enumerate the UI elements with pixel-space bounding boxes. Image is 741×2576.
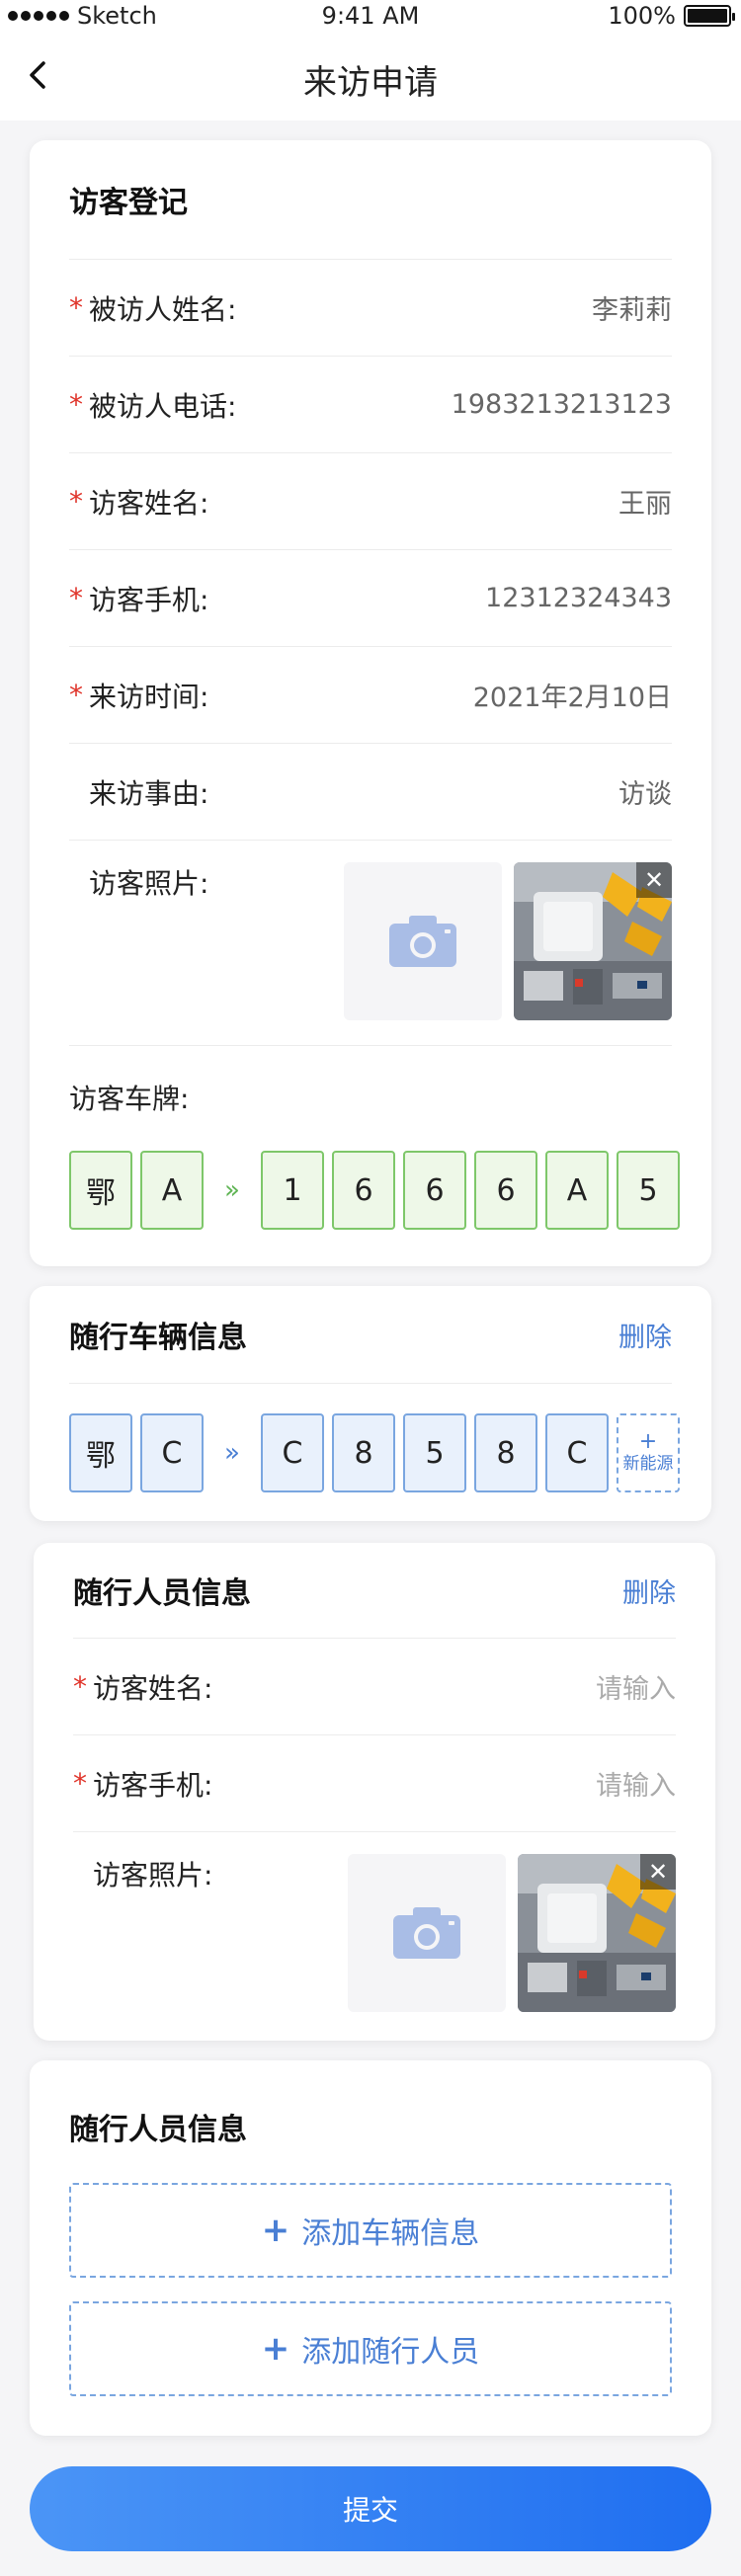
vehicle-plate-input[interactable]: 鄂 C » C 8 5 8 C + 新能源 — [69, 1413, 680, 1492]
delete-companion-button[interactable]: 删除 — [622, 1571, 676, 1610]
plate-separator-icon: » — [224, 1175, 240, 1205]
visit-reason-value[interactable]: 访谈 — [618, 772, 672, 811]
visitor-photo-label: 访客照片: — [89, 867, 209, 900]
companion-photo-label: 访客照片: — [93, 1859, 213, 1892]
visit-reason-row[interactable]: 来访事由: 访谈 — [69, 743, 672, 840]
visitor-photo-thumbnail[interactable]: ✕ — [514, 862, 672, 1020]
visitor-plate-input[interactable]: 鄂 A » 1 6 6 6 A 5 — [69, 1151, 680, 1230]
visitor-plate-label: 访客车牌: — [69, 1083, 190, 1115]
visitor-name-label: 访客姓名: — [89, 486, 209, 520]
host-name-row[interactable]: * 被访人姓名: 李莉莉 — [69, 259, 672, 356]
plus-icon: + — [261, 2329, 290, 2369]
visitor-phone-value[interactable]: 12312324343 — [485, 583, 672, 613]
plate-letter-cell[interactable]: A — [140, 1151, 204, 1230]
companion-phone-row[interactable]: * 访客手机: 请输入 — [73, 1734, 676, 1831]
visitor-name-row[interactable]: * 访客姓名: 王丽 — [69, 452, 672, 549]
upload-photo-button[interactable] — [344, 862, 502, 1020]
plate-letter-cell[interactable]: C — [140, 1413, 204, 1492]
companion-phone-input[interactable]: 请输入 — [596, 1764, 676, 1803]
plate-char-cell[interactable]: C — [261, 1413, 324, 1492]
host-phone-row[interactable]: * 被访人电话: 1983213213123 — [69, 356, 672, 452]
companion-name-row[interactable]: * 访客姓名: 请输入 — [73, 1638, 676, 1734]
delete-vehicle-button[interactable]: 删除 — [618, 1316, 672, 1354]
companion-phone-label: 访客手机: — [93, 1768, 213, 1802]
new-energy-label: 新能源 — [622, 1454, 674, 1474]
required-mark: * — [69, 582, 83, 614]
host-name-label: 被访人姓名: — [89, 292, 237, 326]
nav-bar: 来访申请 — [0, 36, 741, 121]
companion-card: 随行人员信息 删除 *访客姓名: 请输入 *访客手机: 请输入 访客照片: — [34, 1543, 715, 2041]
companion-photo-row: 访客照片: ✕ — [73, 1831, 676, 2041]
battery-percent: 100% — [608, 2, 676, 30]
visitor-card: 访客登记 * 被访人姓名: 李莉莉 * 被访人电话: 1983213213123 *… — [30, 140, 711, 1266]
remove-photo-icon[interactable]: ✕ — [640, 1854, 676, 1890]
plate-char-cell[interactable]: 6 — [332, 1151, 395, 1230]
add-vehicle-button[interactable]: + 添加车辆信息 — [69, 2183, 672, 2278]
plate-char-cell[interactable]: 8 — [474, 1413, 537, 1492]
visitor-phone-row[interactable]: * 访客手机: 12312324343 — [69, 549, 672, 646]
upload-photo-button[interactable] — [348, 1854, 506, 2012]
visitor-photo-row: 访客照片: ✕ — [69, 840, 672, 1045]
required-mark: * — [69, 485, 83, 518]
new-energy-button[interactable]: + 新能源 — [617, 1413, 680, 1492]
plate-province-cell[interactable]: 鄂 — [69, 1413, 132, 1492]
visitor-plate-row: 访客车牌: 鄂 A » 1 6 6 6 A 5 — [69, 1045, 680, 1266]
plus-icon: + — [638, 1429, 658, 1454]
page-title: 来访申请 — [303, 63, 438, 103]
add-card-title: 随行人员信息 — [69, 2113, 247, 2147]
plate-char-cell[interactable]: 6 — [403, 1151, 466, 1230]
host-phone-value[interactable]: 1983213213123 — [452, 389, 672, 420]
visitor-name-value[interactable]: 王丽 — [618, 482, 672, 521]
required-mark: * — [69, 291, 83, 324]
add-card: 随行人员信息 + 添加车辆信息 + 添加随行人员 — [30, 2060, 711, 2436]
required-mark: * — [69, 388, 83, 421]
required-mark: * — [73, 1767, 87, 1800]
remove-photo-icon[interactable]: ✕ — [636, 862, 672, 898]
companion-name-label: 访客姓名: — [93, 1671, 213, 1705]
plus-icon: + — [261, 2211, 290, 2250]
add-vehicle-label: 添加车辆信息 — [301, 2216, 480, 2251]
visit-time-label: 来访时间: — [89, 680, 209, 713]
plate-char-cell[interactable]: 5 — [403, 1413, 466, 1492]
companion-name-input[interactable]: 请输入 — [596, 1667, 676, 1706]
plate-char-cell[interactable]: 5 — [617, 1151, 680, 1230]
plate-char-cell[interactable]: C — [545, 1413, 609, 1492]
required-mark: * — [69, 679, 83, 711]
visit-reason-label: 来访事由: — [89, 776, 209, 810]
required-mark: * — [73, 1670, 87, 1703]
camera-icon — [393, 1907, 460, 1959]
visit-time-value[interactable]: 2021年2月10日 — [473, 676, 672, 714]
vehicle-plate-row: 鄂 C » C 8 5 8 C + 新能源 — [69, 1383, 680, 1521]
camera-icon — [389, 916, 456, 967]
plate-char-cell[interactable]: 6 — [474, 1151, 537, 1230]
battery-icon — [684, 5, 735, 27]
submit-button[interactable]: 提交 — [30, 2466, 711, 2551]
visitor-phone-label: 访客手机: — [89, 583, 209, 616]
plate-char-cell[interactable]: 1 — [261, 1151, 324, 1230]
companion-photo-thumbnail[interactable]: ✕ — [518, 1854, 676, 2012]
plate-province-cell[interactable]: 鄂 — [69, 1151, 132, 1230]
plate-char-cell[interactable]: A — [545, 1151, 609, 1230]
plate-char-cell[interactable]: 8 — [332, 1413, 395, 1492]
status-bar: Sketch 9:41 AM 100% — [0, 0, 741, 36]
add-person-label: 添加随行人员 — [301, 2335, 480, 2370]
visitor-card-title: 访客登记 — [69, 186, 188, 220]
add-person-button[interactable]: + 添加随行人员 — [69, 2301, 672, 2396]
plate-separator-icon: » — [224, 1438, 240, 1468]
host-phone-label: 被访人电话: — [89, 389, 237, 423]
visit-time-row[interactable]: * 来访时间: 2021年2月10日 — [69, 646, 672, 743]
host-name-value[interactable]: 李莉莉 — [592, 288, 672, 327]
companion-card-title: 随行人员信息 — [73, 1576, 251, 1611]
vehicle-card-title: 随行车辆信息 — [69, 1321, 247, 1355]
vehicle-card: 随行车辆信息 删除 鄂 C » C 8 5 8 C + 新能源 — [30, 1286, 711, 1521]
